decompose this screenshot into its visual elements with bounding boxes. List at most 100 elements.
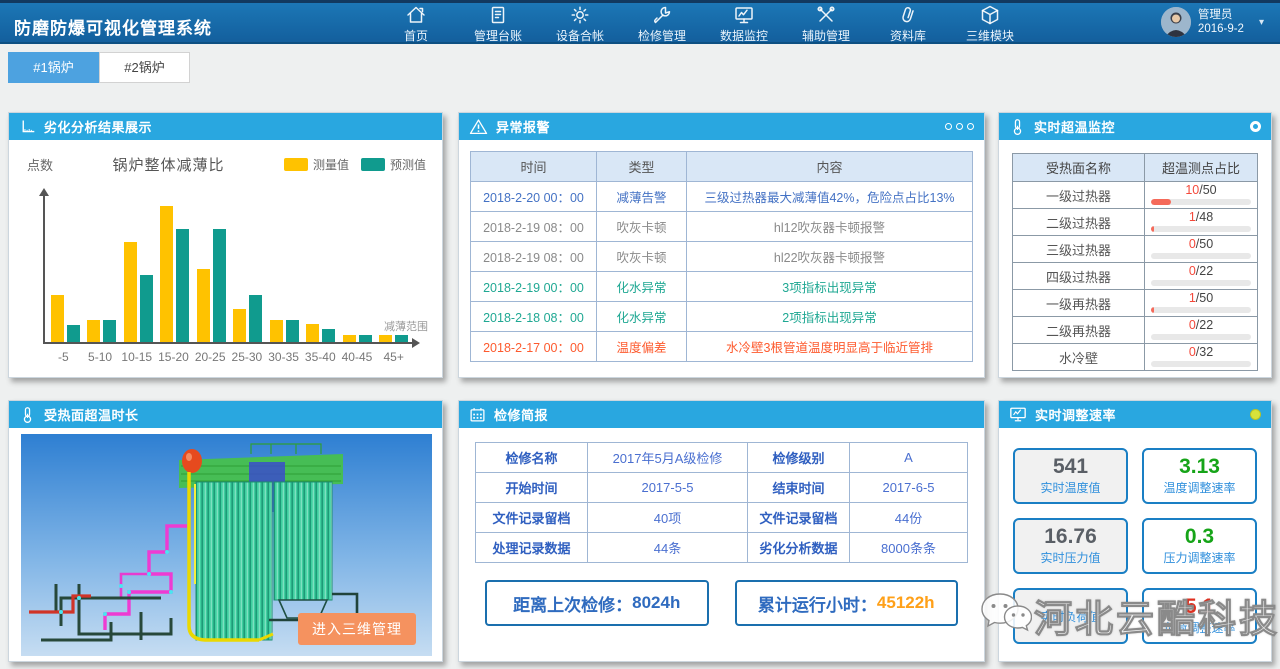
metric-card[interactable]: 541实时温度值 — [1013, 448, 1128, 504]
alarm-row[interactable]: 2018-2-19 08：00吹灰卡顿hl22吹灰器卡顿报警 — [471, 242, 973, 272]
x-tick-label: 35-40 — [302, 350, 339, 364]
bar-group — [193, 229, 230, 342]
maintenance-value: 40项 — [588, 503, 748, 533]
metric-card[interactable]: 0.3压力调整速率 — [1142, 518, 1257, 574]
metric-card[interactable]: 实时负荷值 — [1013, 588, 1128, 644]
nav-item-paperclip[interactable]: 资料库 — [882, 4, 934, 44]
bar-group — [230, 295, 267, 342]
hot-count: 0 — [1189, 345, 1196, 359]
legend-item: 测量值 — [284, 156, 349, 173]
bar-group — [376, 335, 413, 342]
user-box[interactable]: 管理员 2016-9-2 ▾ — [1161, 7, 1264, 37]
metric-card[interactable]: 5.1负荷调整速率 — [1142, 588, 1257, 644]
metric-value: 5.1 — [1185, 596, 1214, 618]
bar-测量值 — [233, 309, 246, 342]
overheat-row[interactable]: 水冷壁0/32 — [1013, 344, 1258, 371]
overheat-row[interactable]: 二级再热器0/22 — [1013, 317, 1258, 344]
alarm-type: 吹灰卡顿 — [597, 212, 687, 242]
x-tick-label: 20-25 — [192, 350, 229, 364]
overheat-ratio: 0/22 — [1151, 265, 1251, 278]
tab-boiler-1[interactable]: #1锅炉 — [8, 52, 99, 83]
record-circle-icon[interactable] — [1250, 121, 1261, 132]
maintenance-stat-button[interactable]: 累计运行小时：45122h — [735, 580, 959, 626]
panel-title: 检修简报 — [494, 405, 548, 424]
hot-count: 0 — [1189, 318, 1196, 332]
maintenance-value: A — [850, 443, 968, 473]
alarm-row[interactable]: 2018-2-18 08：00化水异常2项指标出现异常 — [471, 302, 973, 332]
overheat-ratio: 0/22 — [1151, 319, 1251, 332]
nav-item-cube[interactable]: 三维模块 — [964, 4, 1016, 44]
overheat-column-header: 超温测点占比 — [1145, 154, 1258, 182]
status-dot-icon[interactable] — [1250, 409, 1261, 420]
alarm-row[interactable]: 2018-2-20 00：00减薄告警三级过热器最大减薄值42%，危险点占比13… — [471, 182, 973, 212]
hot-count: 1 — [1189, 291, 1196, 305]
caret-down-icon[interactable]: ▾ — [1259, 17, 1264, 28]
overheat-row[interactable]: 四级过热器0/22 — [1013, 263, 1258, 290]
nav-item-repair[interactable]: 检修管理 — [636, 4, 688, 44]
ledger-icon — [487, 4, 509, 26]
stat-value: 8024h — [632, 593, 680, 613]
metric-card[interactable]: 3.13温度调整速率 — [1142, 448, 1257, 504]
maintenance-value: 2017年5月A级检修 — [588, 443, 748, 473]
panel-overheat-duration: 受热面超温时长 — [8, 400, 443, 662]
alarm-column-header: 类型 — [597, 152, 687, 182]
nav-item-gear[interactable]: 设备合帐 — [554, 4, 606, 44]
legend-item: 预测值 — [361, 156, 426, 173]
alarm-time: 2018-2-19 00：00 — [471, 272, 597, 302]
ruler-icon — [19, 118, 36, 135]
cube-icon — [979, 4, 1001, 26]
alarm-row[interactable]: 2018-2-19 00：00化水异常3项指标出现异常 — [471, 272, 973, 302]
metric-card[interactable]: 16.76实时压力值 — [1013, 518, 1128, 574]
maintenance-buttons: 距离上次检修：8024h 累计运行小时：45122h — [485, 580, 958, 626]
nav-item-monitor[interactable]: 数据监控 — [718, 4, 770, 44]
panel-alarms: 异常报警 时间类型内容 2018-2-20 00：00减薄告警三级过热器最大减薄… — [458, 112, 985, 378]
bar-group — [84, 320, 121, 342]
x-tick-label: -5 — [45, 350, 82, 364]
alarm-row[interactable]: 2018-2-19 08：00吹灰卡顿hl12吹灰器卡顿报警 — [471, 212, 973, 242]
total-count: /50 — [1196, 237, 1213, 251]
total-count: /50 — [1199, 183, 1216, 197]
panel-title: 实时超温监控 — [1034, 117, 1115, 136]
nav-item-label: 资料库 — [890, 27, 926, 44]
nav-item-label: 设备合帐 — [556, 27, 604, 44]
panel-degradation-analysis: 劣化分析结果展示 点数 锅炉整体减薄比 测量值预测值 -55-1010-1515… — [8, 112, 443, 378]
hot-count: 1 — [1189, 210, 1196, 224]
overheat-ratio: 0/50 — [1151, 238, 1251, 251]
panel-header: 异常报警 — [459, 113, 984, 140]
x-tick-label: 25-30 — [229, 350, 266, 364]
panel-options-dots[interactable] — [945, 123, 974, 130]
nav-item-home[interactable]: 首页 — [390, 4, 442, 44]
maintenance-label: 检修名称 — [476, 443, 588, 473]
alarm-type: 温度偏差 — [597, 332, 687, 362]
hot-count: 0 — [1189, 264, 1196, 278]
maintenance-value: 2017-5-5 — [588, 473, 748, 503]
maintenance-label: 文件记录留档 — [476, 503, 588, 533]
overheat-row[interactable]: 二级过热器1/48 — [1013, 209, 1258, 236]
x-tick-label: 30-35 — [265, 350, 302, 364]
bar-group — [120, 242, 157, 342]
overheat-row[interactable]: 一级再热器1/50 — [1013, 290, 1258, 317]
maintenance-stat-button[interactable]: 距离上次检修：8024h — [485, 580, 709, 626]
overheat-row[interactable]: 三级过热器0/50 — [1013, 236, 1258, 263]
bar-预测值 — [395, 335, 408, 342]
overheat-ratio: 1/50 — [1151, 292, 1251, 305]
alarm-time: 2018-2-19 08：00 — [471, 212, 597, 242]
boiler-3d-view[interactable]: 进入三维管理 — [21, 434, 430, 661]
overheat-row[interactable]: 一级过热器10/50 — [1013, 182, 1258, 209]
nav-item-label: 数据监控 — [720, 27, 768, 44]
tab-boiler-2[interactable]: #2锅炉 — [99, 52, 190, 83]
maintenance-table: 检修名称2017年5月A级检修检修级别A开始时间2017-5-5结束时间2017… — [475, 442, 968, 563]
x-tick-label: 10-15 — [118, 350, 155, 364]
legend-label: 预测值 — [390, 156, 426, 173]
total-count: /22 — [1196, 318, 1213, 332]
nav-item-tools[interactable]: 辅助管理 — [800, 4, 852, 44]
alarm-time: 2018-2-20 00：00 — [471, 182, 597, 212]
overheat-ratio-cell: 1/50 — [1145, 290, 1258, 317]
alarm-row[interactable]: 2018-2-17 00：00温度偏差水冷壁3根管道温度明显高于临近管排 — [471, 332, 973, 362]
ratio-bar — [1151, 334, 1251, 340]
overheat-ratio: 10/50 — [1151, 184, 1251, 197]
enter-3d-button[interactable]: 进入三维管理 — [298, 613, 416, 645]
bar-测量值 — [270, 320, 283, 342]
nav-item-ledger[interactable]: 管理台账 — [472, 4, 524, 44]
overheat-ratio-cell: 0/22 — [1145, 263, 1258, 290]
